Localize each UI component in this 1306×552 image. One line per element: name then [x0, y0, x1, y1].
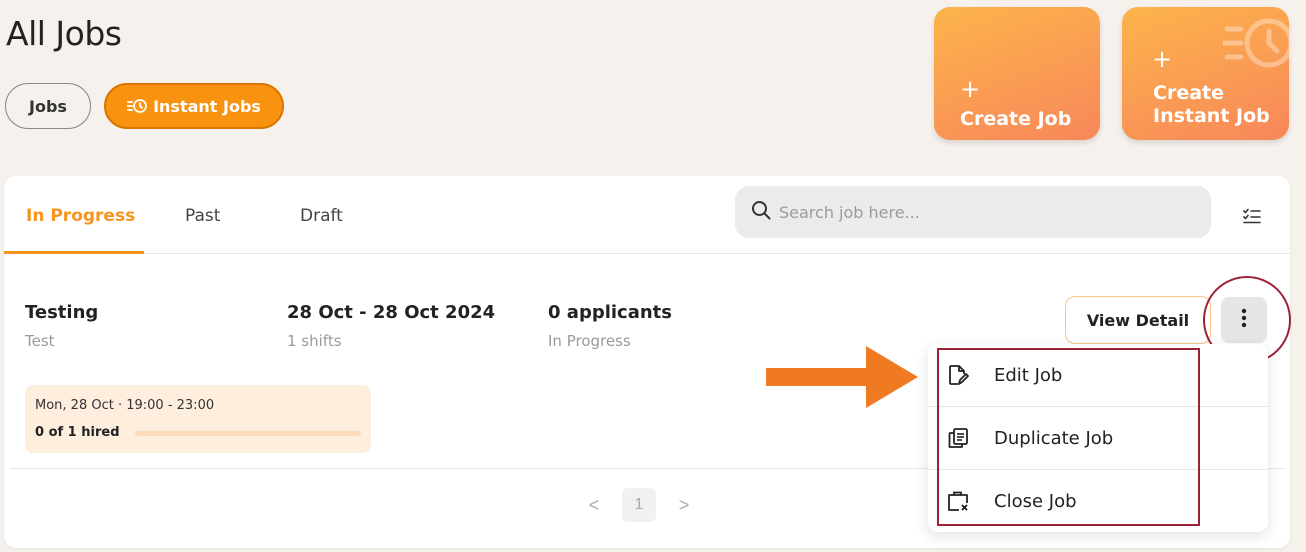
page-1-button[interactable]: 1	[622, 488, 656, 522]
create-instant-job-button[interactable]: + Create Instant Job	[1122, 7, 1289, 140]
search-icon	[751, 200, 771, 225]
tab-jobs[interactable]: Jobs	[5, 83, 91, 129]
active-tab-indicator	[4, 251, 144, 254]
tab-instant-jobs[interactable]: Instant Jobs	[104, 83, 284, 129]
plus-icon: +	[1152, 45, 1173, 73]
shift-hired-count: 0 of 1 hired	[35, 425, 120, 440]
instant-clock-icon	[127, 98, 147, 114]
shift-card: Mon, 28 Oct · 19:00 - 23:00 0 of 1 hired	[25, 385, 371, 453]
page-title: All Jobs	[6, 14, 122, 53]
prev-page-button[interactable]: <	[584, 495, 604, 516]
plus-icon: +	[960, 75, 981, 103]
job-status: In Progress	[548, 332, 631, 350]
create-job-button[interactable]: + Create Job	[934, 7, 1100, 140]
next-page-button[interactable]: >	[674, 495, 694, 516]
tab-instant-jobs-label: Instant Jobs	[153, 96, 261, 116]
job-applicants: 0 applicants	[548, 302, 672, 323]
job-subtitle: Test	[25, 332, 55, 350]
annotation-arrow	[766, 346, 918, 413]
pagination: < 1 >	[584, 488, 694, 522]
job-title: Testing	[25, 302, 99, 323]
instant-clock-icon	[1220, 13, 1289, 77]
tab-draft[interactable]: Draft	[300, 206, 343, 226]
annotation-highlight-box	[937, 348, 1200, 526]
shift-time: Mon, 28 Oct · 19:00 - 23:00	[35, 398, 215, 413]
filter-list-icon[interactable]	[1243, 208, 1261, 229]
tab-divider	[4, 253, 1290, 254]
hired-progress-bar	[135, 431, 361, 436]
job-date-range: 28 Oct - 28 Oct 2024	[287, 302, 496, 323]
search-input[interactable]	[779, 202, 1159, 222]
create-instant-job-label: Create Instant Job	[1153, 82, 1270, 128]
tab-past[interactable]: Past	[185, 206, 220, 226]
create-instant-line1: Create	[1153, 82, 1224, 104]
tab-jobs-label: Jobs	[29, 96, 67, 116]
create-job-label: Create Job	[960, 108, 1072, 130]
job-shift-count: 1 shifts	[287, 332, 342, 350]
view-detail-button[interactable]: View Detail	[1065, 296, 1211, 344]
create-instant-line2: Instant Job	[1153, 105, 1270, 127]
tab-in-progress[interactable]: In Progress	[26, 206, 135, 226]
search-bar[interactable]	[735, 186, 1211, 238]
